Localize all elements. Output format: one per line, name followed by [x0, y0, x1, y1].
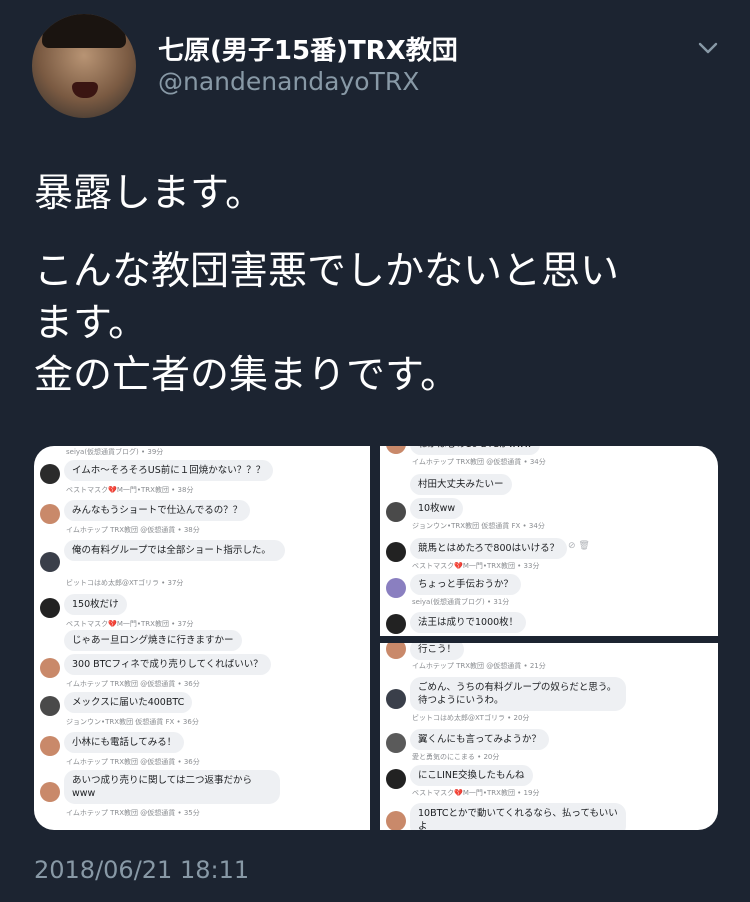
sender-avatar — [386, 578, 406, 598]
message-meta: ベストマスク💔M一門•TRX教団 • 19分 — [412, 789, 540, 797]
sender-avatar — [386, 643, 406, 659]
message-bubble: 10BTCとかで動いてくれるなら、払ってもいいよ — [410, 803, 626, 830]
sender-avatar — [386, 614, 406, 634]
tweet-paragraph-1: 暴露します。 — [34, 171, 265, 216]
tweet-media[interactable]: seiya(仮想通貨ブログ) • 39分 イムホ〜そろそろUS前に１回焼かない？… — [34, 446, 718, 830]
message-bubble: ちょっと手伝おうか？ — [410, 574, 522, 595]
message-bubble: 150枚だけ — [64, 594, 127, 615]
tweet-timestamp[interactable]: 2018/06/21 18:11 — [34, 856, 249, 884]
sender-avatar — [386, 446, 406, 454]
message-meta: 愛と勇気のにこまる • 20分 — [412, 753, 500, 761]
message-meta: ビットコはめ太郎@XTゴリラ • 20分 — [412, 714, 530, 722]
message-bubble: 300 BTCフィネで成り売りしてくればいい？ — [64, 654, 271, 675]
message-actions[interactable]: ⊘ 🗑 — [568, 541, 590, 551]
message-meta: イムホテップ TRX教団 @仮想通貨 • 38分 — [66, 526, 200, 534]
chat-screenshot-right-bottom[interactable]: 行こう！ イムホテップ TRX教団 @仮想通貨 • 21分 ごめん、うちの有料グ… — [380, 643, 718, 830]
tweet-line-3: ます。 — [34, 301, 148, 346]
message-bubble: あいつ成り売りに関しては二つ返事だからwww — [64, 770, 280, 804]
sender-avatar — [40, 658, 60, 678]
sender-avatar — [40, 598, 60, 618]
message-meta: seiya(仮想通貨ブログ) • 31分 — [412, 598, 510, 606]
message-meta: イムホテップ TRX教団 @仮想通貨 • 34分 — [412, 458, 546, 466]
sender-avatar — [386, 811, 406, 830]
sender-avatar — [386, 769, 406, 789]
display-name[interactable]: 七原(男子15番)TRX教団 — [158, 30, 458, 67]
message-bubble: みんなもうショートで仕込んでるの？？ — [64, 500, 251, 521]
sender-avatar — [40, 504, 60, 524]
sender-avatar — [40, 782, 60, 802]
user-handle[interactable]: @nandenandayoTRX — [158, 67, 419, 96]
message-meta: ベストマスク💔M一門•TRX教団 • 38分 — [66, 486, 194, 494]
message-bubble: 10枚ww — [410, 498, 464, 519]
message-meta: ジョンウン•TRX教団 仮想通貨 FX • 34分 — [412, 522, 545, 530]
message-bubble: 小林にも電話してみる！ — [64, 732, 185, 753]
tweet-line-4: 金の亡者の集まりです。 — [34, 353, 460, 398]
chevron-down-icon[interactable] — [694, 34, 722, 62]
avatar-hair — [42, 14, 126, 48]
message-meta: イムホテップ TRX教団 @仮想通貨 • 36分 — [66, 680, 200, 688]
message-bubble: 法王は成りで1000枚！ — [410, 612, 527, 633]
message-meta: イムホテップ TRX教団 @仮想通貨 • 35分 — [66, 809, 200, 817]
message-bubble: イムホ〜そろそろUS前に１回焼かない？？？ — [64, 460, 274, 481]
message-bubble: ねがはむの10 BTCがwww — [410, 446, 540, 455]
chat-screenshot-right-top[interactable]: ねがはむの10 BTCがwww イムホテップ TRX教団 @仮想通貨 • 34分… — [380, 446, 718, 636]
message-meta: イムホテップ TRX教団 @仮想通貨 • 36分 — [66, 758, 200, 766]
message-meta: ベストマスク💔M一門•TRX教団 • 37分 — [66, 620, 194, 628]
user-avatar[interactable] — [32, 14, 136, 118]
message-bubble: 行こう！ — [410, 643, 465, 660]
message-bubble: 競馬とはめたろで800はいける？ — [410, 538, 568, 559]
message-meta: seiya(仮想通貨ブログ) • 39分 — [66, 448, 164, 456]
message-bubble: じゃあー旦ロング焼きに行きますかー — [64, 630, 242, 651]
sender-avatar — [386, 502, 406, 522]
message-bubble: 翼くんにも言ってみようか？ — [410, 729, 550, 750]
message-bubble: 俺の有料グループでは全部ショート指示した。 — [64, 540, 285, 561]
message-meta: ビットコはめ太郎@XTゴリラ • 37分 — [66, 579, 184, 587]
chat-screenshot-left[interactable]: seiya(仮想通貨ブログ) • 39分 イムホ〜そろそろUS前に１回焼かない？… — [34, 446, 370, 830]
sender-avatar — [40, 736, 60, 756]
sender-avatar — [386, 733, 406, 753]
message-meta: ジョンウン•TRX教団 仮想通貨 FX • 36分 — [66, 718, 199, 726]
tweet-text: 暴露します。 こんな教団害悪でしかないと思い ます。 金の亡者の集まりです。 — [34, 168, 724, 402]
message-meta: ベストマスク💔M一門•TRX教団 • 33分 — [412, 562, 540, 570]
message-bubble: ごめん、うちの有料グループの奴らだと思う。待つようにいうわ。 — [410, 677, 626, 711]
message-bubble: 村田大丈夫みたいー — [410, 474, 512, 495]
tweet-line-2: こんな教団害悪でしかないと思い — [34, 249, 620, 294]
message-bubble: にこLINE交換したもんね — [410, 765, 533, 786]
message-meta: イムホテップ TRX教団 @仮想通貨 • 21分 — [412, 662, 546, 670]
sender-avatar — [386, 542, 406, 562]
message-bubble: メックスに届いた400BTC — [64, 692, 193, 713]
sender-avatar — [40, 696, 60, 716]
sender-avatar — [40, 552, 60, 572]
sender-avatar — [40, 464, 60, 484]
sender-avatar — [386, 689, 406, 709]
avatar-mouth — [72, 82, 98, 98]
